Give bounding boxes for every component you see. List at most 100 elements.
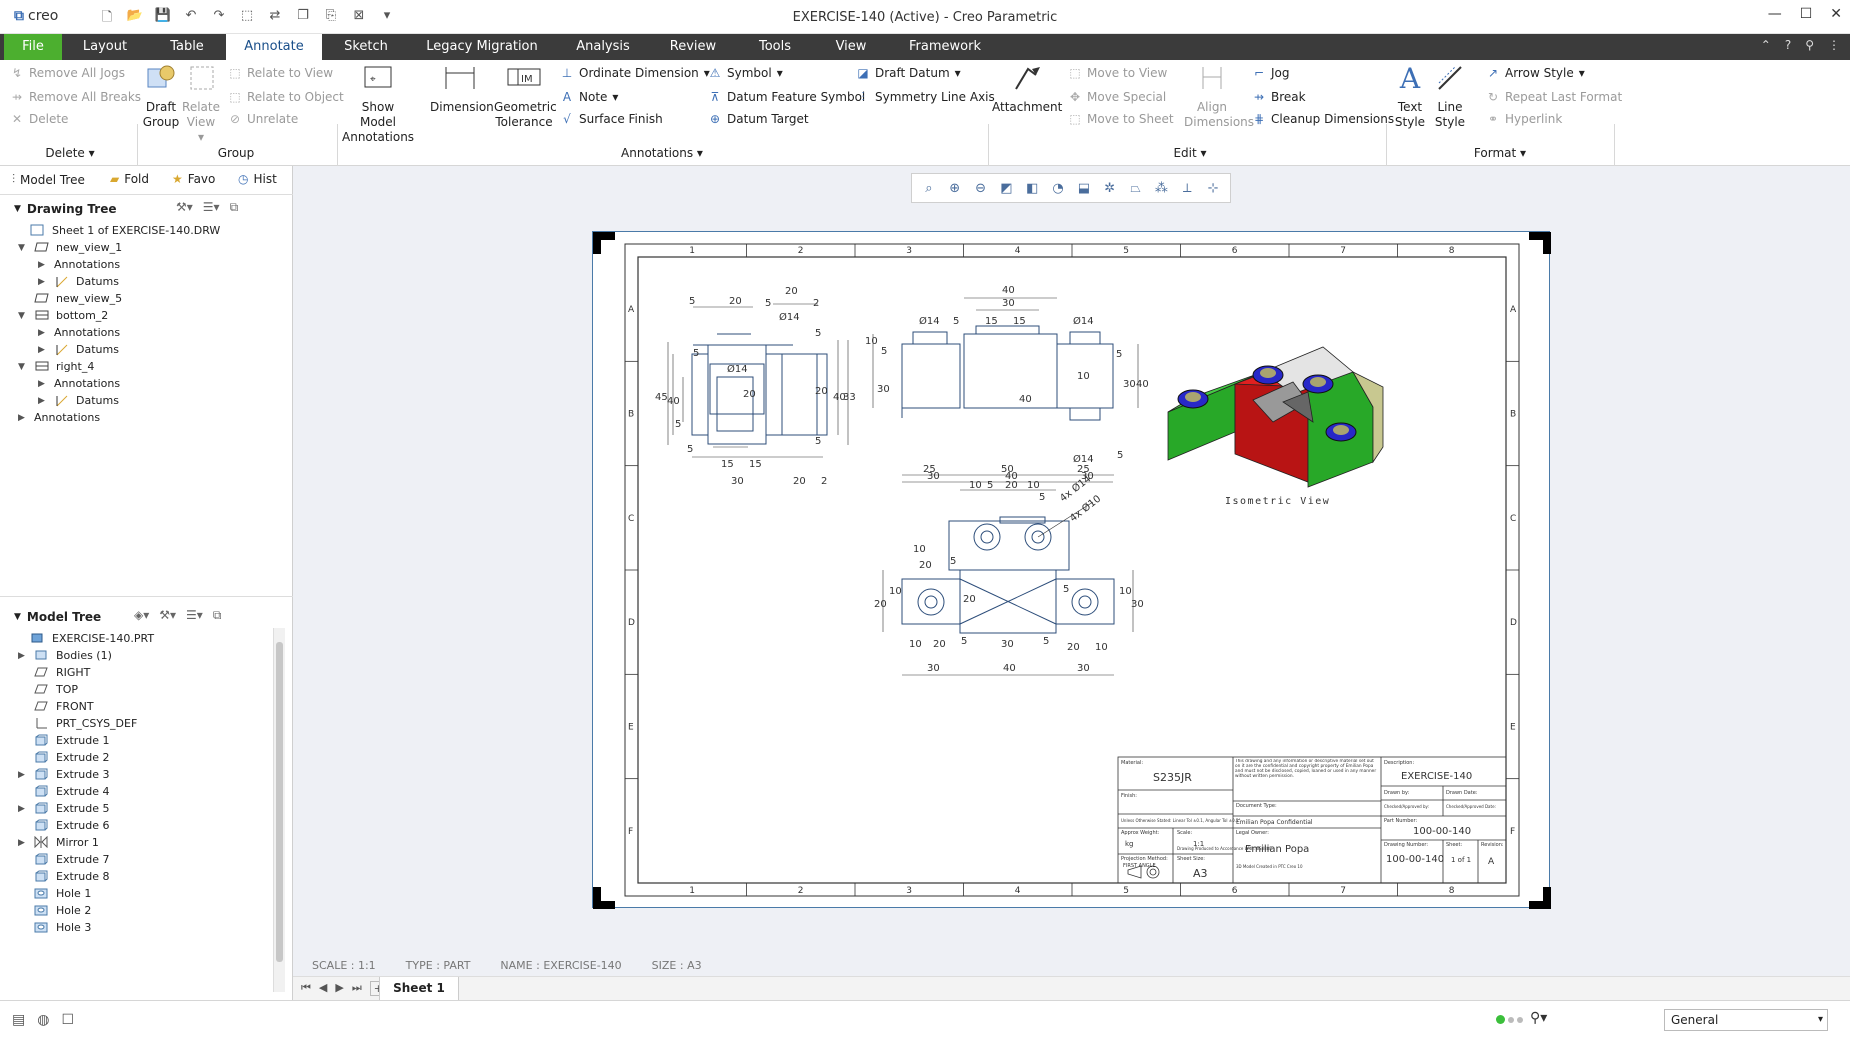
group-label-edit[interactable]: Edit ▾ [1160,146,1220,160]
model-tree-item[interactable]: Extrude 1 [18,734,110,747]
tab-history[interactable]: ◷ Hist [238,172,277,186]
move-special-button[interactable]: ✥ Move Special [1068,90,1166,104]
jog-button[interactable]: ⌐ Jog [1252,66,1290,80]
full-screen-icon[interactable]: ☐ [61,1012,74,1028]
attachment-button[interactable]: Attachment [992,60,1062,115]
expand-icon[interactable]: ▶ [38,379,48,389]
drawing-tree-item[interactable]: ▶ Datums [38,275,119,288]
surface-finish-button[interactable]: √ Surface Finish [560,112,663,126]
drawing-tree-item[interactable]: ▶ Annotations [18,411,100,424]
datum-display-icon[interactable]: ✲ [1101,181,1119,196]
show-model-annotations-button[interactable]: ⌖ Show Model Annotations [342,60,414,145]
tab-table[interactable]: Table [160,34,214,60]
find-icon[interactable]: ⚲▾ [1530,1010,1547,1026]
model-tree-item[interactable]: ▶ Mirror 1 [18,835,99,849]
annotation-display-icon[interactable]: ⏢ [1127,181,1145,196]
expand-icon[interactable]: ▼ [18,311,28,321]
align-dimensions-button[interactable]: Align Dimensions [1184,60,1254,130]
tab-folders[interactable]: ▰ Fold [110,172,149,186]
navigator-toggle-icon[interactable]: ▤ [12,1012,25,1028]
first-sheet-icon[interactable]: ⏮ [301,981,311,996]
settings-icon[interactable]: ⚒▾ [176,200,193,215]
tab-analysis[interactable]: Analysis [568,34,638,60]
expand-icon[interactable]: ▶ [18,651,28,661]
hyperlink-button[interactable]: ⚭ Hyperlink [1486,112,1562,126]
drawing-tree-item[interactable]: ▼ new_view_1 [18,241,122,254]
drawing-tree-item[interactable]: ▶ Annotations [38,377,120,390]
note-button[interactable]: A Note ▾ [560,90,619,104]
expand-icon[interactable]: ▶ [18,413,28,423]
model-tree-item[interactable]: Extrude 4 [18,785,110,798]
tab-favorites[interactable]: ★ Favo [172,172,215,186]
user-icon[interactable]: ⚲ [1805,38,1814,52]
relate-to-view-button[interactable]: ⬚ Relate to View [228,66,333,80]
layers-icon[interactable]: ◈▾ [134,608,149,623]
move-to-view-button[interactable]: ⬚ Move to View [1068,66,1167,80]
tab-review[interactable]: Review [660,34,726,60]
selection-filter-select[interactable]: General ▾ [1664,1009,1828,1031]
drawing-tree-item[interactable]: ▶ Datums [38,394,119,407]
expand-icon[interactable]: ▼ [18,362,28,372]
expand-icon[interactable]: ▶ [18,770,28,780]
datum-target-button[interactable]: ⊕ Datum Target [708,112,809,126]
drawing-sheet[interactable]: 1122334455667788AABBCCDDEEFF 5 20 20 5 Ø… [592,231,1551,909]
tab-sketch[interactable]: Sketch [336,34,396,60]
relate-view-button[interactable]: Relate View ▾ [182,60,220,145]
maximize-icon[interactable]: ☐ [1800,6,1813,22]
tab-view[interactable]: View [826,34,876,60]
drawing-tree-item[interactable]: new_view_5 [18,292,122,305]
ordinate-dimension-button[interactable]: ⊥ Ordinate Dimension ▾ [560,66,710,80]
filter-icon[interactable]: ⧉ [213,608,222,623]
unrelate-button[interactable]: ⊘ Unrelate [228,112,298,126]
expand-icon[interactable]: ▶ [18,804,28,814]
drawing-tree-item[interactable]: ▶ Annotations [38,326,120,339]
show-icon[interactable]: ☰▾ [203,200,220,215]
expand-icon[interactable]: ▶ [38,260,48,270]
draft-group-button[interactable]: Draft Group [140,60,182,130]
repeat-last-format-button[interactable]: ↻ Repeat Last Format [1486,90,1622,104]
last-sheet-icon[interactable]: ⏭ [352,981,362,996]
model-tree-item[interactable]: Hole 2 [18,904,91,917]
symmetry-line-axis-button[interactable]: ⫶ Symmetry Line Axis [856,90,994,104]
help-icon[interactable]: ? [1785,38,1791,52]
tab-framework[interactable]: Framework [900,34,990,60]
drawing-tree-item[interactable]: Sheet 1 of EXERCISE-140.DRW [14,224,220,237]
model-tree-header[interactable]: ▼ Model Tree [14,610,101,624]
draft-datum-button[interactable]: ◪ Draft Datum ▾ [856,66,960,80]
model-tree-item[interactable]: Extrude 7 [18,853,110,866]
prev-sheet-icon[interactable]: ◀ [319,981,327,996]
scrollbar-thumb[interactable] [276,642,283,962]
tab-sheet-1[interactable]: Sheet 1 [379,977,459,1001]
tab-model-tree[interactable]: ⫶ Model Tree [12,172,85,187]
model-tree-scrollbar[interactable] [273,628,285,992]
tab-legacy-migration[interactable]: Legacy Migration [420,34,544,60]
model-tree-item[interactable]: Extrude 2 [18,751,110,764]
model-tree-item[interactable]: FRONT [18,700,94,713]
filter-icon[interactable]: ⧉ [230,200,239,215]
drawing-tree-item[interactable]: ▶ Annotations [38,258,120,271]
model-tree-item[interactable]: Extrude 6 [18,819,110,832]
model-tree-item[interactable]: RIGHT [18,666,90,679]
next-sheet-icon[interactable]: ▶ [335,981,343,996]
delete-button[interactable]: ✕ Delete [10,112,68,126]
axis-display-icon[interactable]: ⊹ [1204,181,1222,196]
expand-icon[interactable]: ▶ [38,345,48,355]
zoom-in-icon[interactable]: ⊕ [946,181,964,196]
break-button[interactable]: ⇸ Break [1252,90,1306,104]
model-tree-item[interactable]: ▶ Extrude 3 [18,768,110,781]
arrow-style-button[interactable]: ↗ Arrow Style ▾ [1486,66,1585,80]
display-style-icon[interactable]: ◧ [1023,181,1041,196]
settings-icon[interactable]: ⚒▾ [159,608,176,623]
expand-icon[interactable]: ▶ [38,396,48,406]
model-tree-item[interactable]: ▶ Bodies (1) [18,649,112,662]
tab-tools[interactable]: Tools [748,34,802,60]
line-style-button[interactable]: Line Style [1430,60,1470,130]
geometric-tolerance-button[interactable]: IM Geometric Tolerance [494,60,557,130]
model-tree-item[interactable]: ▶ Extrude 5 [18,802,110,815]
minimize-icon[interactable]: — [1768,6,1782,22]
model-tree-item[interactable]: Extrude 8 [18,870,110,883]
group-label-delete[interactable]: Delete ▾ [40,146,100,160]
tab-annotate[interactable]: Annotate [226,34,322,60]
dimension-button[interactable]: Dimension [430,60,494,115]
expand-icon[interactable]: ▼ [18,243,28,253]
